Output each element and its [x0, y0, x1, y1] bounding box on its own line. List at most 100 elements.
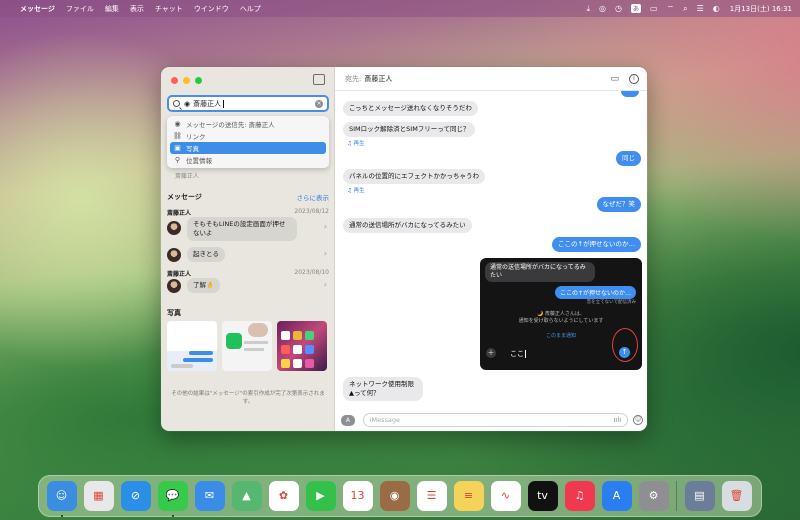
message-bubble[interactable]: 同じ [616, 151, 641, 166]
search-icon[interactable]: ⌕ [683, 4, 687, 14]
wifi-icon[interactable]: ⌔ [667, 4, 675, 14]
menu-bar: メッセージ ファイル 編集 表示 チャット ウインドウ ヘルプ ⤓ ◎ ◷ あ … [0, 0, 800, 17]
control-center-icon[interactable]: ☰ [697, 4, 704, 13]
reminders-icon[interactable]: ☰ [416, 481, 447, 511]
search-field[interactable]: ◉ 斎藤正人 × [167, 95, 329, 112]
screenshot-delivered-note: 音を立てないで配信済み [586, 300, 636, 305]
photo-thumbnail[interactable] [167, 321, 217, 371]
menu-edit[interactable]: 編集 [105, 4, 119, 14]
clear-search-icon[interactable]: × [315, 99, 323, 108]
screenshot-sent-bubble: ここの↑が押せないのか… [554, 286, 636, 299]
suggestion-location[interactable]: ⚲ 位置情報 [170, 154, 326, 166]
music-icon[interactable]: ♫ [564, 481, 595, 511]
downloads-stack-icon[interactable]: ▤ [684, 481, 715, 511]
audio-record-icon[interactable]: ıılı [613, 416, 621, 424]
index-note: その他の結果は"メッセージ"の索引作成が完了次第表示されます。 [171, 391, 325, 405]
person-icon: ◉ [184, 99, 191, 108]
message-bubble[interactable]: なぜだ？笑 [596, 197, 641, 212]
menu-help[interactable]: ヘルプ [240, 4, 261, 14]
menu-chat[interactable]: チャット [155, 4, 183, 14]
emoji-icon[interactable]: ☺ [633, 415, 643, 425]
message-result[interactable]: 斎藤正人 2023/08/12 そもそもLINEの設定画面が押せないよ › [167, 208, 329, 242]
app-store-button[interactable]: A [341, 414, 355, 426]
message-input[interactable]: iMessage ıılı [362, 413, 629, 427]
mail-icon[interactable]: ✉ [194, 481, 225, 511]
recipient-name[interactable]: 斎藤正人 [364, 74, 392, 84]
battery-icon[interactable]: ▭ [650, 4, 658, 13]
chevron-right-icon: › [323, 249, 327, 258]
contacts-icon[interactable]: ◉ [379, 481, 410, 511]
app-store-icon[interactable]: A [601, 481, 632, 511]
menu-app-name[interactable]: メッセージ [20, 4, 55, 14]
trash-icon[interactable]: 🗑 [721, 481, 752, 511]
compose-icon[interactable] [313, 74, 325, 85]
maps-icon[interactable]: ▲ [231, 481, 262, 511]
replay-effect-link[interactable]: ♫ 再生 [347, 139, 365, 147]
photo-thumbnail[interactable] [277, 321, 327, 371]
user-status-icon[interactable]: ◎ [599, 4, 606, 13]
messages-section-header: メッセージ さらに表示 [167, 192, 329, 202]
photos-icon[interactable]: ✿ [268, 481, 299, 511]
suggestion-send-to[interactable]: ◉ メッセージの送信先: 斎藤正人 [170, 118, 326, 130]
video-call-icon[interactable]: ▭ [610, 74, 619, 84]
link-icon: ⛓ [173, 132, 182, 140]
screenshot-attachment[interactable]: 通常の送信場所がバカになってるみたい ここの↑が押せないのか… 音を立てないで配… [480, 258, 642, 370]
message-result[interactable]: 斎藤正人 2023/08/10 了解👌 › [167, 269, 329, 297]
conversation-header: 宛先: 斎藤正人 ▭ i [335, 67, 647, 91]
clock[interactable]: 1月13日(土) 16:31 [730, 4, 792, 14]
message-bubble[interactable]: パネルの位置的にエフェクトかかっちゃうわ [343, 169, 485, 184]
siri-icon[interactable]: ◐ [713, 4, 720, 13]
menu-file[interactable]: ファイル [66, 4, 94, 14]
message-bubble[interactable]: SIMロック解除済とSIMフリーって同じ？ [343, 122, 476, 137]
search-suggestions: ◉ メッセージの送信先: 斎藤正人 ⛓ リンク ▣ 写真 ⚲ 位置情報 [167, 116, 329, 168]
input-method-icon[interactable]: あ [631, 4, 642, 13]
info-icon[interactable]: i [629, 73, 639, 84]
facetime-icon[interactable]: ▶ [305, 481, 336, 511]
apple-tv-icon[interactable]: tv [527, 481, 558, 511]
result-snippet: 了解👌 [187, 278, 221, 293]
chevron-right-icon: › [323, 222, 327, 231]
section-title: メッセージ [167, 193, 202, 201]
suggestion-photos[interactable]: ▣ 写真 [170, 142, 326, 154]
screenshot-typed-text: ここ [510, 349, 526, 359]
result-sender: 斎藤正人 [167, 271, 192, 278]
close-button[interactable] [171, 77, 178, 84]
system-settings-icon[interactable]: ⚙ [638, 481, 669, 511]
launchpad-icon[interactable]: ▦ [83, 481, 114, 511]
see-more-link[interactable]: さらに表示 [297, 192, 330, 202]
replay-effect-link[interactable]: ♫ 再生 [347, 186, 365, 194]
search-input[interactable]: 斎藤正人 [193, 99, 221, 109]
dock-separator [676, 481, 677, 511]
safari-icon[interactable]: ⊘ [120, 481, 151, 511]
freeform-icon[interactable]: ∿ [490, 481, 521, 511]
message-bubble[interactable]: 通常の送信場所がバカになってるみたい [343, 218, 472, 233]
contact-name-partial: 斎藤正人 [175, 173, 200, 180]
menu-view[interactable]: 表示 [130, 4, 144, 14]
minimize-button[interactable] [183, 77, 190, 84]
typed-value: ここ [510, 350, 524, 358]
avatar [167, 279, 181, 293]
message-result[interactable]: 起きとる › [167, 247, 329, 263]
result-date: 2023/08/12 [294, 208, 329, 215]
message-bubble[interactable]: ネットワーク使用制限▲って何？ [343, 377, 423, 401]
message-bubble[interactable]: こっちとメッセージ送れなくなりそうだわ [343, 101, 478, 116]
notes-icon[interactable]: ≡ [453, 481, 484, 511]
message-bubble-partial [621, 91, 639, 97]
messages-icon[interactable]: 💬 [157, 481, 188, 517]
photo-thumbnail[interactable] [222, 321, 272, 371]
location-icon: ⚲ [174, 156, 181, 164]
screenshot-received-bubble: 通常の送信場所がバカになってるみたい [485, 262, 595, 283]
finder-icon[interactable]: ☺ [46, 481, 77, 517]
menu-window[interactable]: ウインドウ [194, 4, 229, 14]
sidebar: ◉ 斎藤正人 × ◉ メッセージの送信先: 斎藤正人 ⛓ リンク ▣ 写真 ⚲ 位置情報… [161, 67, 335, 431]
time-machine-icon[interactable]: ◷ [615, 4, 622, 13]
result-snippet: 起きとる [187, 247, 225, 262]
zoom-button[interactable] [195, 77, 202, 84]
result-snippet: そもそもLINEの設定画面が押せないよ [187, 217, 297, 241]
suggestion-links[interactable]: ⛓ リンク [170, 130, 326, 142]
message-bubble[interactable]: ここの↑が押せないのか… [552, 237, 641, 252]
photo-icon: ▣ [174, 144, 181, 152]
calendar-icon[interactable]: 13 [342, 481, 373, 511]
person-icon: ◉ [174, 120, 181, 128]
download-status-icon[interactable]: ⤓ [587, 4, 591, 14]
